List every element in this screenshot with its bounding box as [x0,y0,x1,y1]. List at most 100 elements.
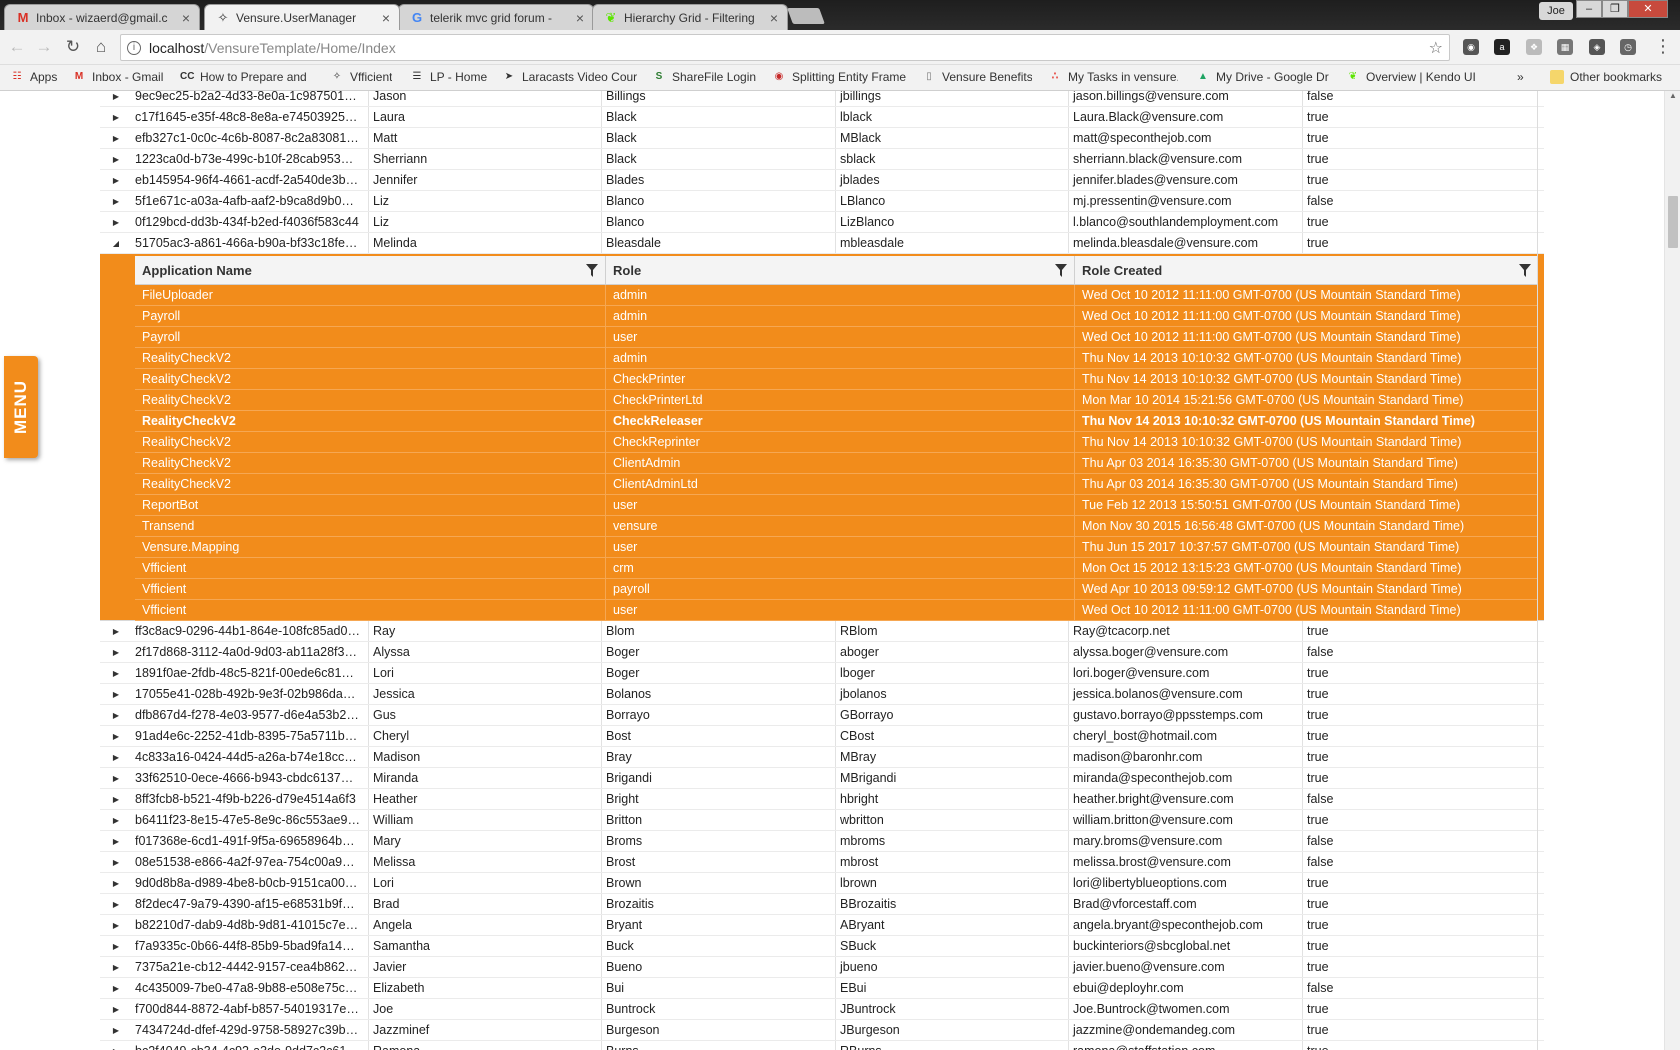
user-row[interactable]: ▶ f7a9335c-0b66-44f8-85b9-5bad9fa14e70 Sam… [100,936,1544,957]
expand-row-icon[interactable]: ▶ [100,726,132,746]
bookmark-item[interactable]: ➤ Laracasts Video Cour [502,70,640,84]
user-row[interactable]: ▶ f017368e-6cd1-491f-9f5a-69658964b7d5 Mar… [100,831,1544,852]
expand-row-icon[interactable]: ▶ [100,705,132,725]
expand-row-icon[interactable]: ▶ [100,978,132,998]
filter-icon[interactable] [1519,264,1531,277]
user-row[interactable]: ▶ b6411f23-8e15-47e5-8e9c-86c553ae91c0 Wil… [100,810,1544,831]
user-row[interactable]: ▶ c17f1645-e35f-48c8-8e8a-e745039252b1 Lau… [100,107,1544,128]
user-row[interactable]: ▶ 2f17d868-3112-4a0d-9d03-ab11a28f3b77 Aly… [100,642,1544,663]
dropbox-extension-icon[interactable]: ❖ [1526,39,1542,55]
user-row[interactable]: ▶ 8ff3fcb8-b521-4f9b-b226-d79e4514a6f3 Hea… [100,789,1544,810]
scroll-up-icon[interactable]: ▲ [1665,91,1680,100]
bookmark-item[interactable]: ☰ LP - Home [410,70,500,84]
user-row[interactable]: ▶ 7375a21e-cb12-4442-9157-cea4b8624d19 Jav… [100,957,1544,978]
column-header-role-created[interactable]: Role Created [1074,256,1538,285]
role-row[interactable]: Vfficient crm Mon Oct 15 2012 13:15:23 GMT… [135,558,1538,579]
expand-row-icon[interactable]: ▶ [100,663,132,683]
browser-menu-icon[interactable]: ⋮ [1654,36,1672,57]
user-row[interactable]: ▶ 9ec9ec25-b2a2-4d33-8e0a-1c98750123ab Jas… [100,91,1544,107]
expand-row-icon[interactable]: ▶ [100,894,132,914]
role-row[interactable]: FileUploader admin Wed Oct 10 2012 11:11:0… [135,285,1538,306]
extension-icon[interactable]: ▦ [1557,39,1573,55]
expand-row-icon[interactable]: ▶ [100,768,132,788]
expand-row-icon[interactable]: ▶ [100,170,132,190]
page-scrollbar[interactable]: ▲ [1664,91,1680,1050]
expand-row-icon[interactable]: ▶ [100,915,132,935]
filter-icon[interactable] [586,264,598,277]
scrollbar-thumb[interactable] [1668,196,1678,248]
role-row[interactable]: Transend vensure Mon Nov 30 2015 16:56:48 … [135,516,1538,537]
expand-row-icon[interactable]: ▶ [100,128,132,148]
user-row[interactable]: ▶ 8f2dec47-9a79-4390-af15-e68531b9f6c2 Bra… [100,894,1544,915]
bookmark-item[interactable]: ▯ Vensure Benefits [922,70,1032,84]
role-row[interactable]: RealityCheckV2 ClientAdminLtd Thu Apr 03 2… [135,474,1538,495]
bookmark-item[interactable]: ❦ Overview | Kendo UI [1346,70,1481,84]
expand-row-icon[interactable]: ▶ [100,91,132,106]
bookmark-star-icon[interactable]: ☆ [1429,38,1443,58]
user-row[interactable]: ▶ 33f62510-0ece-4666-b943-cbdc6137a1e8 Mir… [100,768,1544,789]
user-row[interactable]: ▶ 5f1e671c-a03a-4afb-aaf2-b9ca8d9b0c12 Liz… [100,191,1544,212]
user-row[interactable]: ▶bc2f4049-cb34-4c92-a3de-9dd7c2c61f83 Ram… [100,1041,1544,1050]
info-icon[interactable]: i [127,40,141,55]
role-row[interactable]: Payroll user Wed Oct 10 2012 11:11:00 GMT-… [135,327,1538,348]
speed-extension-icon[interactable]: ◷ [1620,39,1636,55]
user-row[interactable]: ▶ 7434724d-dfef-429d-9758-58927c39b0a4 Jaz… [100,1020,1544,1041]
collapse-row-icon[interactable]: ◢ [100,233,132,253]
expand-row-icon[interactable]: ▶ [100,642,132,662]
expand-row-icon[interactable]: ▶ [100,1020,132,1040]
close-tab-icon[interactable]: × [767,10,781,26]
bookmark-item[interactable]: S ShareFile Login [652,70,760,84]
minimize-icon[interactable]: – [1576,0,1602,18]
user-row[interactable]: ▶ 08e51538-e866-4a2f-97ea-754c00a9e8f2 Mel… [100,852,1544,873]
shield-extension-icon[interactable]: ◈ [1589,39,1605,55]
user-row[interactable]: ▶ 1891f0ae-2fdb-48c5-821f-00ede6c81a22 Lor… [100,663,1544,684]
role-row[interactable]: ReportBot user Tue Feb 12 2013 15:50:51 GM… [135,495,1538,516]
user-row[interactable]: ▶ efb327c1-0c0c-4c6b-8087-8c2a830812cd Mat… [100,128,1544,149]
expand-row-icon[interactable]: ▶ [100,621,132,641]
role-row[interactable]: RealityCheckV2 CheckReleaser Thu Nov 14 20… [135,411,1538,432]
reload-icon[interactable]: ↻ [62,36,84,58]
close-tab-icon[interactable]: × [179,10,193,26]
role-row[interactable]: RealityCheckV2 CheckPrinterLtd Mon Mar 10 … [135,390,1538,411]
expand-row-icon[interactable]: ▶ [100,747,132,767]
extension-icon[interactable]: ◉ [1463,39,1479,55]
bookmark-item[interactable]: CC How to Prepare and [180,70,310,84]
expand-row-icon[interactable]: ▶ [100,810,132,830]
role-row[interactable]: RealityCheckV2 admin Thu Nov 14 2013 10:10… [135,348,1538,369]
expand-row-icon[interactable]: ▶ [100,107,132,127]
role-row[interactable]: Payroll admin Wed Oct 10 2012 11:11:00 GMT… [135,306,1538,327]
user-row[interactable]: ▶ 91ad4e6c-2252-41db-8395-75a5711b0f09 Che… [100,726,1544,747]
restore-icon[interactable]: ❐ [1602,0,1628,18]
role-row[interactable]: Vfficient user Wed Oct 10 2012 11:11:00 GM… [135,600,1538,621]
role-row[interactable]: RealityCheckV2 ClientAdmin Thu Apr 03 2014… [135,453,1538,474]
profile-button[interactable]: Joe [1539,2,1573,20]
browser-tab[interactable]: M Inbox - wizaerd@gmail.c × [4,4,200,30]
expand-row-icon[interactable]: ▶ [100,684,132,704]
bookmark-item[interactable]: ✧ Vfficient [330,70,400,84]
close-tab-icon[interactable]: × [379,10,393,26]
user-row[interactable]: ▶ b82210d7-dab9-4d8b-9d81-41015c7e5b01 Ang… [100,915,1544,936]
forward-icon[interactable]: → [33,36,55,58]
bookmark-item[interactable]: ▲ My Drive - Google Dr [1196,70,1329,84]
close-tab-icon[interactable]: × [573,10,587,26]
user-row[interactable]: ◢ 51705ac3-a861-466a-b90a-bf33c18fe9d0 Mel… [100,233,1544,254]
side-menu-button[interactable]: MENU [4,356,38,458]
filter-icon[interactable] [1055,264,1067,277]
bookmark-item[interactable]: ☷ Apps [10,70,62,84]
expand-row-icon[interactable]: ▶ [100,852,132,872]
browser-tab[interactable]: ✧ Vensure.UserManager × [204,4,400,30]
column-header-application-name[interactable]: Application Name [135,256,605,285]
user-row[interactable]: ▶ 4c435009-7be0-47a8-9b88-e508e75c3a66 Eli… [100,978,1544,999]
column-header-role[interactable]: Role [605,256,1074,285]
role-row[interactable]: Vfficient payroll Wed Apr 10 2013 09:59:12… [135,579,1538,600]
expand-row-icon[interactable]: ▶ [100,957,132,977]
new-tab-button[interactable] [787,8,825,24]
expand-row-icon[interactable]: ▶ [100,999,132,1019]
bookmark-item[interactable]: ◉ Splitting Entity Frame [772,70,912,84]
user-row[interactable]: ▶ f700d844-8872-4abf-b857-54019317e2d8 Joe… [100,999,1544,1020]
user-row[interactable]: ▶ dfb867d4-f278-4e03-9577-d6e4a53b2e31 Gus… [100,705,1544,726]
address-bar[interactable]: i localhost/VensureTemplate/Home/Index ☆ [120,34,1450,61]
expand-row-icon[interactable]: ▶ [100,936,132,956]
expand-row-icon[interactable]: ▶ [100,831,132,851]
expand-row-icon[interactable]: ▶ [100,873,132,893]
